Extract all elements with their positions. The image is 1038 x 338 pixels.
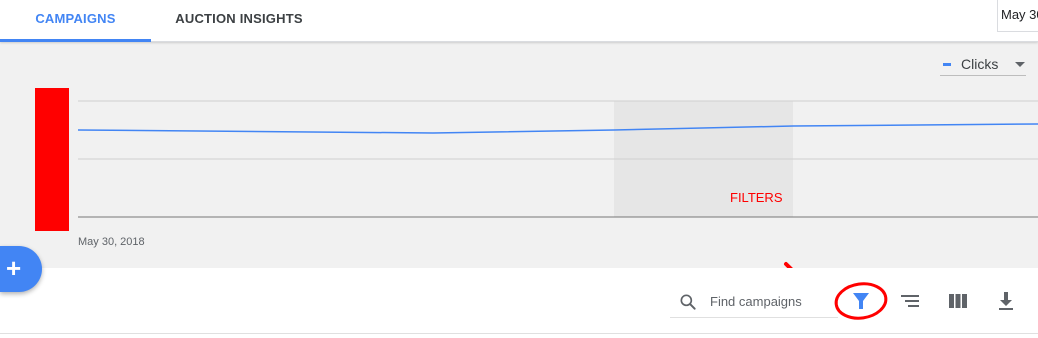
add-campaign-button[interactable]: + — [0, 246, 42, 292]
filter-highlight-circle — [834, 282, 888, 320]
campaign-search — [670, 285, 838, 318]
metric-label: Clicks — [961, 56, 999, 72]
columns-icon[interactable] — [946, 289, 970, 313]
caret-down-icon — [1015, 62, 1025, 67]
search-icon[interactable] — [678, 292, 698, 312]
clicks-series-line — [77, 123, 1038, 134]
performance-chart — [77, 100, 1038, 268]
tab-auction-insights[interactable]: AUCTION INSIGHTS — [151, 0, 327, 42]
search-input[interactable] — [710, 290, 835, 312]
segment-icon[interactable] — [898, 289, 922, 313]
plus-icon: + — [6, 253, 22, 283]
annotation-highlight-box — [35, 88, 69, 231]
active-tab-indicator — [0, 39, 151, 42]
date-range-picker[interactable]: May 30 — [997, 0, 1038, 32]
filters-annotation-label: FILTERS — [730, 190, 783, 205]
annotation-arrow — [784, 262, 793, 268]
tab-bar: CAMPAIGNS AUCTION INSIGHTS May 30 — [0, 0, 1038, 42]
toolbar-divider — [0, 333, 1038, 334]
download-icon[interactable] — [994, 289, 1018, 313]
tab-campaigns[interactable]: CAMPAIGNS — [0, 0, 151, 42]
metric-color-swatch — [943, 63, 951, 66]
chart-x-axis-label: May 30, 2018 — [78, 236, 145, 248]
metric-selector[interactable]: Clicks — [940, 52, 1026, 76]
